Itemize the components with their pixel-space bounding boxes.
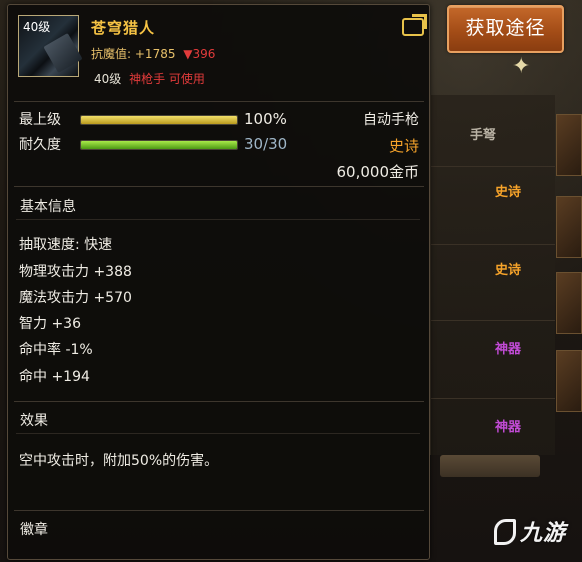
emblem-title: 徽章 (20, 522, 48, 538)
divider (14, 186, 424, 187)
attribute-line: 魔法攻击力 +570 (19, 290, 132, 306)
resist-value: +1785 (134, 47, 176, 61)
background-item-thumbnail (556, 114, 582, 176)
weapon-type: 自动手枪 (363, 112, 419, 128)
background-tag-artifact: 神器 (495, 342, 522, 357)
item-icon-level: 40级 (23, 20, 51, 34)
background-item-thumbnail (556, 350, 582, 412)
watermark-text: 九游 (520, 521, 567, 546)
background-tag-epic: 史诗 (495, 263, 522, 278)
price: 60,000金币 (336, 163, 420, 181)
background-divider (430, 320, 555, 321)
required-class: 神枪手 可使用 (129, 72, 205, 86)
background-item-thumbnail (556, 196, 582, 258)
background-divider (430, 244, 555, 245)
pistol-icon (43, 33, 83, 73)
resist-label: 抗魔值: (91, 47, 132, 61)
max-level-bar-fill (81, 116, 237, 124)
resist-delta: ▼396 (183, 47, 216, 61)
item-icon[interactable]: 40级 (18, 15, 83, 77)
durability-value: 30/30 (244, 135, 288, 153)
max-level-bar (80, 115, 238, 125)
divider (14, 101, 424, 102)
attribute-line: 命中率 -1% (19, 342, 93, 358)
background-button (440, 455, 540, 477)
quality-label: 史诗 (388, 137, 419, 155)
max-level-value: 100% (244, 110, 287, 128)
basic-info-title: 基本信息 (20, 199, 76, 215)
share-icon[interactable] (402, 18, 424, 36)
background-tag-crossbow: 手弩 (470, 128, 497, 143)
divider (14, 401, 424, 402)
effect-text: 空中攻击时，附加50%的伤害。 (19, 453, 219, 469)
attribute-line: 智力 +36 (19, 316, 81, 332)
logo-icon (494, 519, 516, 545)
background-divider (430, 398, 555, 399)
background-tag-epic: 史诗 (495, 185, 522, 200)
divider (16, 219, 420, 220)
background-divider (430, 166, 555, 167)
required-level: 40级 (94, 72, 122, 86)
durability-label: 耐久度 (19, 137, 61, 153)
watermark-logo: 九游 (494, 515, 566, 547)
sparkle-icon: ✦ (512, 54, 531, 79)
durability-bar-fill (81, 141, 237, 149)
item-name: 苍穹猎人 (91, 19, 156, 37)
background-item-list (430, 95, 555, 455)
background-item-thumbnail (556, 272, 582, 334)
requirement-line: 40级 神枪手 可使用 (94, 70, 205, 87)
divider (16, 433, 420, 434)
get-source-button[interactable]: 获取途径 (447, 5, 564, 53)
attribute-line: 抽取速度: 快速 (19, 237, 113, 253)
item-tooltip: 40级 苍穹猎人 抗魔值: +1785 ▼396 40级 神枪手 可使用 最上级… (7, 4, 430, 560)
resist-line: 抗魔值: +1785 ▼396 (91, 45, 215, 62)
attribute-line: 物理攻击力 +388 (19, 264, 132, 280)
max-level-label: 最上级 (19, 112, 61, 128)
durability-bar (80, 140, 238, 150)
background-tag-artifact: 神器 (495, 420, 522, 435)
effect-title: 效果 (20, 413, 48, 429)
divider (14, 510, 424, 511)
attribute-line: 命中 +194 (19, 369, 90, 385)
